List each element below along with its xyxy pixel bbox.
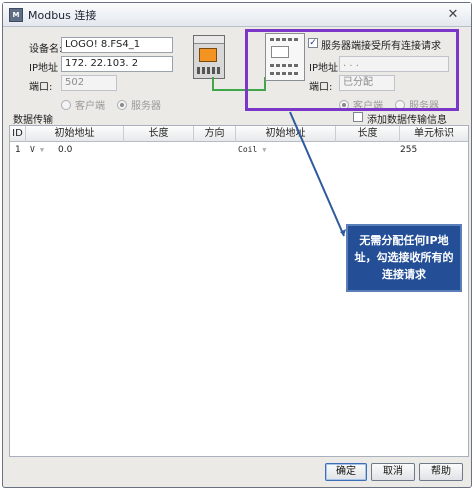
- local-radio-server-label: 服务器: [131, 101, 161, 112]
- local-radio-client-label: 客户端: [75, 101, 105, 112]
- cancel-button[interactable]: 取消: [371, 463, 415, 481]
- device-top: [194, 36, 224, 44]
- device-name-label: 设备名:: [29, 44, 63, 55]
- cell-id: 1: [15, 145, 21, 155]
- local-ip-label: IP地址: [29, 63, 58, 74]
- local-radio-server: 服务器: [117, 97, 161, 112]
- col-header-local-length[interactable]: 长度: [124, 126, 194, 142]
- app-icon: M: [9, 7, 23, 22]
- add-info-label: 添加数据传输信息: [367, 115, 447, 126]
- local-ip-input[interactable]: 172. 22.103. 2: [61, 56, 173, 72]
- radio-dot: [61, 99, 71, 110]
- table-row[interactable]: 1 V ▼ 0.0 Coil ▼ 255: [10, 143, 468, 157]
- cell-local-addr[interactable]: 0.0: [58, 143, 72, 157]
- help-button[interactable]: 帮助: [419, 463, 463, 481]
- add-info-checkbox[interactable]: [353, 112, 363, 122]
- col-header-remote-length[interactable]: 长度: [336, 126, 400, 142]
- table-header: ID 初始地址 长度 方向 初始地址 长度 单元标识: [10, 126, 468, 142]
- col-header-local-start[interactable]: 初始地址: [26, 126, 124, 142]
- cell-local-type[interactable]: V ▼: [30, 143, 44, 157]
- device-keys: [197, 67, 221, 74]
- cell-remote-type-text: Coil: [238, 145, 258, 154]
- section-label-data-transfer: 数据传输: [13, 115, 53, 126]
- chevron-down-icon: ▼: [262, 146, 267, 154]
- col-header-direction[interactable]: 方向: [194, 126, 236, 142]
- window-title: Modbus 连接: [28, 8, 97, 22]
- radio-dot-selected: [117, 99, 127, 110]
- col-header-id[interactable]: ID: [10, 126, 26, 142]
- ok-button[interactable]: 确定: [325, 463, 367, 481]
- cell-remote-type[interactable]: Coil ▼: [238, 143, 266, 157]
- col-header-remote-start[interactable]: 初始地址: [236, 126, 336, 142]
- local-radio-client: 客户端: [61, 97, 105, 112]
- logo-device-icon: [193, 35, 225, 79]
- col-header-unit-id[interactable]: 单元标识: [400, 126, 468, 142]
- local-port-label: 端口:: [29, 82, 53, 93]
- local-port-input: 502: [61, 75, 117, 91]
- cell-local-type-text: V: [30, 145, 35, 154]
- cell-unit-id[interactable]: 255: [400, 143, 417, 157]
- device-name-input[interactable]: LOGO! 8.FS4_1: [61, 37, 173, 53]
- callout-note: 无需分配任何IP地址，勾选接收所有的连接请求: [346, 224, 462, 292]
- device-screen: [199, 48, 217, 62]
- chevron-down-icon: ▼: [39, 146, 45, 154]
- highlight-box: [245, 29, 459, 111]
- close-icon[interactable]: ✕: [445, 7, 461, 23]
- title-bar[interactable]: M Modbus 连接 ✕: [3, 3, 471, 27]
